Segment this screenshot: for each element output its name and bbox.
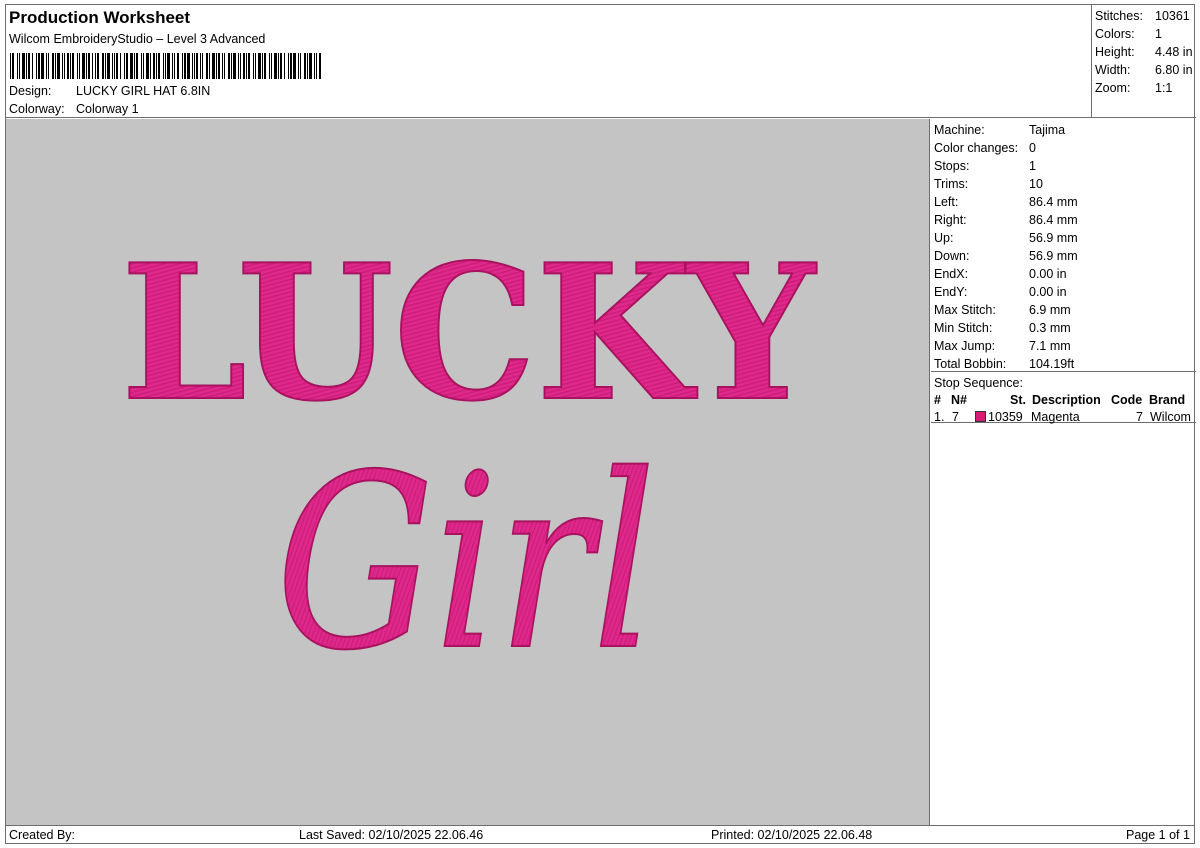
stat-zoom: Zoom: 1:1 [1095,81,1173,95]
stat-height: Height: 4.48 in [1095,45,1193,59]
stop-sequence: Stop Sequence: # N# St. Description Code… [931,373,1196,424]
info-down: Down: 56.9 mm [934,249,1078,263]
info-endy: EndY: 0.00 in [934,285,1067,299]
created-by: Created By: [9,828,76,842]
design-barcode [10,53,322,79]
design-label: Design: [9,84,52,98]
info-left: Left: 86.4 mm [934,195,1078,209]
info-trims: Trims: 10 [934,177,1043,191]
stat-width: Width: 6.80 in [1095,63,1193,77]
design-value: LUCKY GIRL HAT 6.8IN [76,84,211,98]
info-min-stitch: Min Stitch: 0.3 mm [934,321,1071,335]
col-st: St. [1010,393,1026,407]
page-number: Page 1 of 1 [1126,828,1190,842]
stop-sequence-title: Stop Sequence: [934,376,1023,390]
worksheet-footer: Created By: Last Saved: 02/10/2025 22.06… [6,825,1194,844]
col-n: N# [951,393,967,407]
info-color-changes: Color changes: 0 [934,141,1036,155]
info-stops: Stops: 1 [934,159,1036,173]
software-name: Wilcom EmbroideryStudio – Level 3 Advanc… [9,32,266,46]
info-right: Right: 86.4 mm [934,213,1078,227]
colorway-row: Colorway: Colorway 1 [9,102,139,117]
notes-area [931,424,1196,826]
info-max-jump: Max Jump: 7.1 mm [934,339,1071,353]
col-description: Description [1032,393,1101,407]
summary-stats: Stitches: 10361 Colors: 1 Height: 4.48 in W… [1091,5,1196,118]
worksheet-header: Production Worksheet Wilcom EmbroiderySt… [6,5,1091,118]
colorway-value: Colorway 1 [76,102,139,116]
printed-date: Printed: 02/10/2025 22.06.48 [711,828,873,842]
machine-info-panel: Machine: Tajima Color changes: 0 Stops: 1 T… [931,119,1196,372]
info-machine: Machine: Tajima [934,123,1066,137]
info-up: Up: 56.9 mm [934,231,1078,245]
thread-color-swatch [975,411,986,422]
info-max-stitch: Max Stitch: 6.9 mm [934,303,1071,317]
col-code: Code [1111,393,1143,407]
col-num: # [934,393,941,407]
lucky-text: LUCKY [121,223,817,442]
last-saved: Last Saved: 02/10/2025 22.06.46 [299,828,484,842]
col-brand: Brand [1149,393,1186,407]
barcode-gap [321,53,322,79]
embroidery-artwork: LUCKY Girl [120,222,818,704]
table-row: 1. 7 10359 Magenta 7 Wilcom [934,410,1191,424]
worksheet-title: Production Worksheet [9,8,191,27]
info-endx: EndX: 0.00 in [934,267,1067,281]
stat-colors: Colors: 1 [1095,27,1162,41]
production-worksheet: Production Worksheet Wilcom EmbroiderySt… [5,4,1196,844]
info-total-bobbin: Total Bobbin: 104.19ft [934,357,1075,371]
stop-sequence-header: # N# St. Description Code Brand [931,392,1196,408]
colorway-label: Colorway: [9,102,65,116]
stat-stitches: Stitches: 10361 [1095,9,1190,23]
design-row: Design: LUCKY GIRL HAT 6.8IN [9,84,210,99]
girl-text: Girl [276,423,656,703]
design-preview: LUCKY Girl [6,119,930,826]
